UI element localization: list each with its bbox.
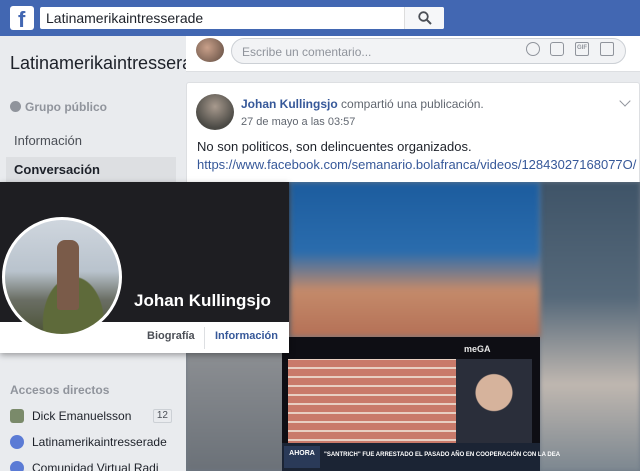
profile-picture[interactable]: [2, 217, 122, 337]
profile-thumbnail-icon: [10, 409, 24, 423]
avatar[interactable]: [196, 94, 234, 130]
comment-composer: Escribe un comentario... GIF: [186, 36, 640, 72]
shortcut-item[interactable]: Latinamerikaintresserade: [10, 432, 175, 452]
shortcut-label: Dick Emanuelsson: [32, 409, 132, 423]
news-ticker: AHORA "SANTRICH" FUE ARRESTADO EL PASADO…: [282, 443, 560, 471]
post-author-link[interactable]: Johan Kullingsjo: [241, 97, 338, 111]
avatar: [196, 38, 224, 62]
comment-input[interactable]: Escribe un comentario...: [231, 38, 626, 64]
group-privacy: Grupo público: [10, 100, 107, 114]
shortcuts-heading: Accesos directos: [10, 383, 110, 397]
camera-icon[interactable]: [550, 42, 564, 56]
post-timestamp[interactable]: 27 de mayo a las 03:57: [241, 116, 355, 128]
video-blur-top: [290, 182, 540, 337]
post-link[interactable]: https://www.facebook.com/semanario.bolaf…: [197, 157, 636, 172]
video-blur-right: [540, 182, 640, 471]
sticker-icon[interactable]: [600, 42, 614, 56]
facebook-logo-icon[interactable]: f: [10, 6, 34, 32]
video-image-person: [456, 359, 532, 443]
post-action-text: compartió una publicación.: [341, 97, 484, 111]
hovercard-name[interactable]: Johan Kullingsjo: [134, 291, 271, 311]
emoji-icon[interactable]: [526, 42, 540, 56]
search-button[interactable]: [404, 7, 444, 29]
shortcut-label: Comunidad Virtual Radi: [32, 461, 159, 471]
notification-count-badge: 12: [152, 409, 172, 423]
post-text: No son politicos, son delincuentes organ…: [197, 139, 472, 154]
gif-icon[interactable]: GIF: [575, 42, 589, 56]
profile-hovercard: Johan Kullingsjo Biografía Información: [0, 182, 289, 353]
ticker-text: "SANTRICH" FUE ARRESTADO EL PASADO AÑO E…: [324, 452, 561, 458]
group-type-label: Grupo público: [25, 100, 107, 114]
video-frame: meGA AHORA "SANTRICH" FUE ARRESTADO EL P…: [282, 337, 560, 471]
top-navigation-bar: f: [0, 0, 640, 36]
tab-informacion[interactable]: Información: [215, 330, 278, 342]
channel-logo: meGA: [464, 344, 491, 354]
post-header: Johan Kullingsjo compartió una publicaci…: [241, 97, 484, 111]
ticker-tag: AHORA: [284, 446, 320, 468]
sidebar-item-conversacion[interactable]: Conversación: [6, 157, 176, 183]
hovercard-tabs: Biografía Información: [134, 323, 289, 353]
sidebar-item-informacion[interactable]: Información: [6, 128, 176, 154]
comment-placeholder: Escribe un comentario...: [242, 45, 372, 59]
profile-figure: [57, 240, 79, 310]
search-icon: [418, 11, 432, 25]
chevron-down-icon[interactable]: [619, 95, 631, 107]
shortcut-item[interactable]: Comunidad Virtual Radi: [10, 458, 175, 471]
search-input[interactable]: [40, 7, 400, 29]
tab-biografia[interactable]: Biografía: [147, 330, 195, 342]
shortcut-item[interactable]: Dick Emanuelsson 12: [10, 406, 175, 426]
globe-icon: [10, 101, 21, 112]
shortcut-label: Latinamerikaintresserade: [32, 435, 167, 449]
group-icon: [10, 461, 24, 471]
group-icon: [10, 435, 24, 449]
tab-divider: [204, 327, 205, 349]
group-name[interactable]: Latinamerikaintresserade: [10, 52, 212, 74]
search-box: [40, 7, 444, 29]
